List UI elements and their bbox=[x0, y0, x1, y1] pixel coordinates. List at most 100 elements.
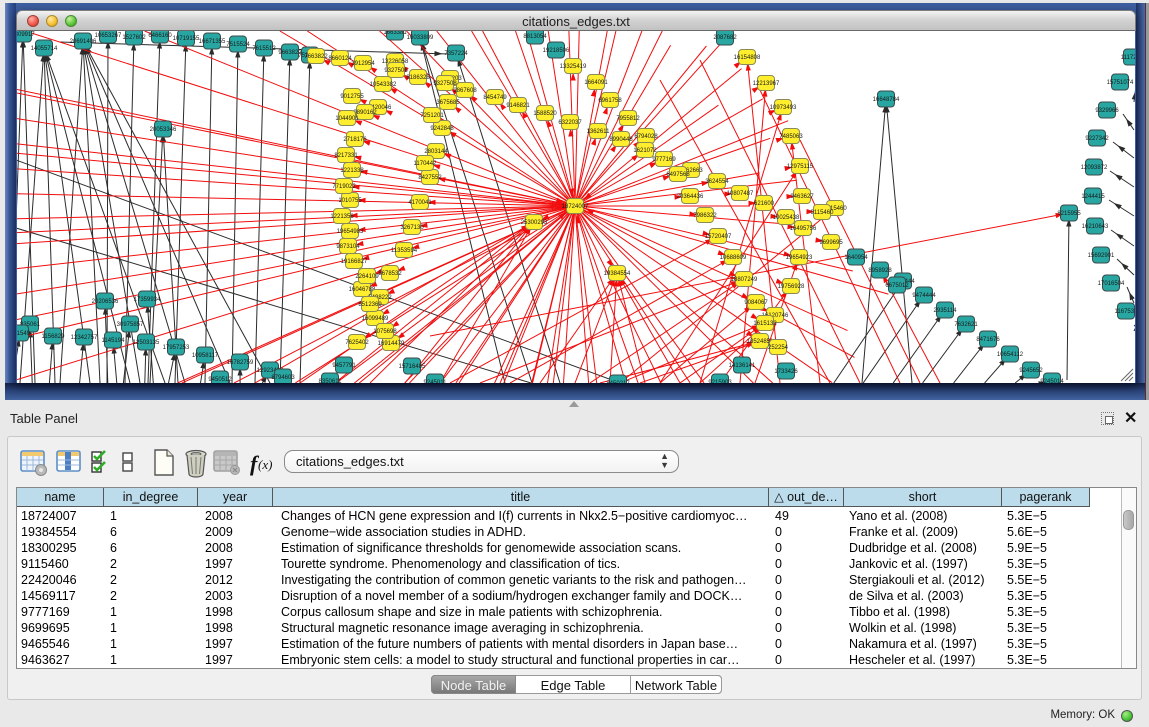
svg-text:9115460: 9115460 bbox=[811, 210, 835, 216]
svg-text:6675012: 6675012 bbox=[885, 283, 909, 289]
svg-text:8350611: 8350611 bbox=[319, 379, 343, 383]
svg-text:8215955: 8215955 bbox=[1057, 211, 1081, 217]
svg-text:19654923: 19654923 bbox=[786, 255, 813, 261]
svg-text:20364436: 20364436 bbox=[677, 194, 704, 200]
svg-text:25300293: 25300293 bbox=[521, 220, 548, 226]
svg-text:1156829: 1156829 bbox=[42, 334, 66, 340]
svg-text:9457791: 9457791 bbox=[332, 363, 356, 369]
svg-text:20053346: 20053346 bbox=[150, 127, 177, 133]
svg-text:621600: 621600 bbox=[754, 201, 775, 207]
svg-text:1044901: 1044901 bbox=[335, 116, 359, 122]
svg-text:8450217: 8450217 bbox=[606, 381, 630, 383]
svg-text:1145194: 1145194 bbox=[102, 338, 126, 344]
svg-text:10958117: 10958117 bbox=[192, 353, 219, 359]
svg-text:12213967: 12213967 bbox=[753, 81, 780, 87]
svg-text:18807249: 18807249 bbox=[731, 277, 758, 283]
svg-text:6497568: 6497568 bbox=[666, 172, 690, 178]
svg-text:1010755: 1010755 bbox=[338, 198, 362, 204]
svg-text:18724007: 18724007 bbox=[562, 204, 589, 210]
svg-text:1117204: 1117204 bbox=[1121, 55, 1135, 61]
svg-text:19166827: 19166827 bbox=[341, 259, 368, 265]
svg-text:10688609: 10688609 bbox=[720, 255, 747, 261]
svg-text:1527602: 1527602 bbox=[122, 35, 146, 41]
svg-text:1221356: 1221356 bbox=[330, 214, 354, 220]
svg-text:19756928: 19756928 bbox=[778, 284, 805, 290]
svg-text:9327508: 9327508 bbox=[433, 81, 457, 87]
svg-text:6961758: 6961758 bbox=[598, 98, 622, 104]
svg-text:9245011: 9245011 bbox=[424, 380, 448, 383]
svg-text:20206536: 20206536 bbox=[92, 299, 119, 305]
svg-text:15720407: 15720407 bbox=[705, 234, 732, 240]
svg-text:10807487: 10807487 bbox=[727, 191, 754, 197]
svg-text:9463627: 9463627 bbox=[790, 194, 814, 200]
svg-text:12503135: 12503135 bbox=[133, 340, 160, 346]
svg-text:16648784: 16648784 bbox=[873, 97, 900, 103]
svg-text:8471676: 8471676 bbox=[976, 337, 1000, 343]
svg-text:2718176: 2718176 bbox=[343, 137, 367, 143]
svg-text:9012755: 9012755 bbox=[340, 94, 364, 100]
svg-text:10973493: 10973493 bbox=[770, 105, 797, 111]
svg-text:1170442: 1170442 bbox=[414, 161, 438, 167]
svg-text:16033809: 16033809 bbox=[407, 35, 434, 41]
svg-text:9245652: 9245652 bbox=[1019, 368, 1043, 374]
svg-text:1733426: 1733426 bbox=[774, 369, 798, 375]
svg-text:1244415: 1244415 bbox=[1081, 194, 1105, 200]
svg-text:10653267: 10653267 bbox=[95, 33, 122, 39]
svg-text:9699695: 9699695 bbox=[819, 240, 843, 246]
svg-text:7663822: 7663822 bbox=[304, 54, 328, 60]
svg-text:9227342: 9227342 bbox=[1085, 136, 1109, 142]
svg-text:15716485: 15716485 bbox=[399, 364, 426, 370]
svg-text:30975857: 30975857 bbox=[117, 322, 144, 328]
svg-text:16154808: 16154808 bbox=[734, 55, 761, 61]
svg-text:3912954: 3912954 bbox=[351, 61, 375, 67]
svg-text:9245014: 9245014 bbox=[1040, 379, 1064, 383]
svg-text:9146821: 9146821 bbox=[506, 103, 530, 109]
svg-text:9873104: 9873104 bbox=[336, 244, 360, 250]
svg-text:11353594: 11353594 bbox=[391, 248, 418, 254]
svg-text:9450512: 9450512 bbox=[208, 377, 232, 383]
svg-text:15751074: 15751074 bbox=[1107, 80, 1134, 86]
svg-text:10719155: 10719155 bbox=[173, 36, 200, 42]
svg-text:4170041: 4170041 bbox=[408, 200, 432, 206]
svg-text:12342757: 12342757 bbox=[71, 335, 98, 341]
svg-text:8186328: 8186328 bbox=[406, 75, 430, 81]
svg-text:9084067: 9084067 bbox=[744, 300, 768, 306]
svg-text:391549: 391549 bbox=[17, 331, 31, 337]
svg-text:1621072: 1621072 bbox=[633, 148, 657, 154]
svg-text:1615132: 1615132 bbox=[753, 321, 777, 327]
svg-text:17957253: 17957253 bbox=[163, 345, 190, 351]
svg-text:9215903: 9215903 bbox=[708, 380, 732, 383]
svg-text:7955812: 7955812 bbox=[616, 116, 640, 122]
svg-text:9327506: 9327506 bbox=[384, 68, 408, 74]
svg-text:14055714: 14055714 bbox=[31, 46, 58, 52]
svg-text:7357224: 7357224 bbox=[444, 51, 468, 57]
svg-text:1664091: 1664091 bbox=[584, 80, 608, 86]
svg-text:8217331: 8217331 bbox=[334, 153, 358, 159]
svg-text:7719022: 7719022 bbox=[332, 184, 356, 190]
svg-text:8309917: 8309917 bbox=[17, 32, 35, 38]
svg-text:9474444: 9474444 bbox=[912, 293, 936, 299]
svg-text:1221338: 1221338 bbox=[340, 168, 364, 174]
svg-text:9242848: 9242848 bbox=[430, 126, 454, 132]
svg-text:252254: 252254 bbox=[768, 345, 789, 351]
svg-text:17359934: 17359934 bbox=[134, 297, 161, 303]
svg-text:2264109: 2264109 bbox=[355, 274, 379, 280]
svg-text:16671355: 16671355 bbox=[199, 39, 226, 45]
svg-text:10543382: 10543382 bbox=[370, 82, 397, 88]
svg-text:3624554: 3624554 bbox=[705, 179, 729, 185]
svg-text:2935114: 2935114 bbox=[934, 308, 958, 314]
svg-text:6794028: 6794028 bbox=[634, 134, 658, 140]
svg-text:16495756: 16495756 bbox=[790, 226, 817, 232]
svg-text:1075698: 1075698 bbox=[373, 329, 397, 335]
svg-text:12975115: 12975115 bbox=[787, 164, 814, 170]
svg-text:7515524: 7515524 bbox=[226, 42, 250, 48]
svg-text:2867608: 2867608 bbox=[453, 88, 477, 94]
svg-text:7625402: 7625402 bbox=[345, 340, 369, 346]
svg-text:7485063: 7485063 bbox=[779, 134, 803, 140]
svg-text:19384554: 19384554 bbox=[604, 271, 631, 277]
svg-text:8958928: 8958928 bbox=[868, 268, 892, 274]
svg-text:16210643: 16210643 bbox=[1082, 224, 1109, 230]
svg-text:1588520: 1588520 bbox=[533, 111, 557, 117]
svg-text:19218506: 19218506 bbox=[543, 48, 570, 54]
svg-text:1663381: 1663381 bbox=[383, 31, 407, 36]
